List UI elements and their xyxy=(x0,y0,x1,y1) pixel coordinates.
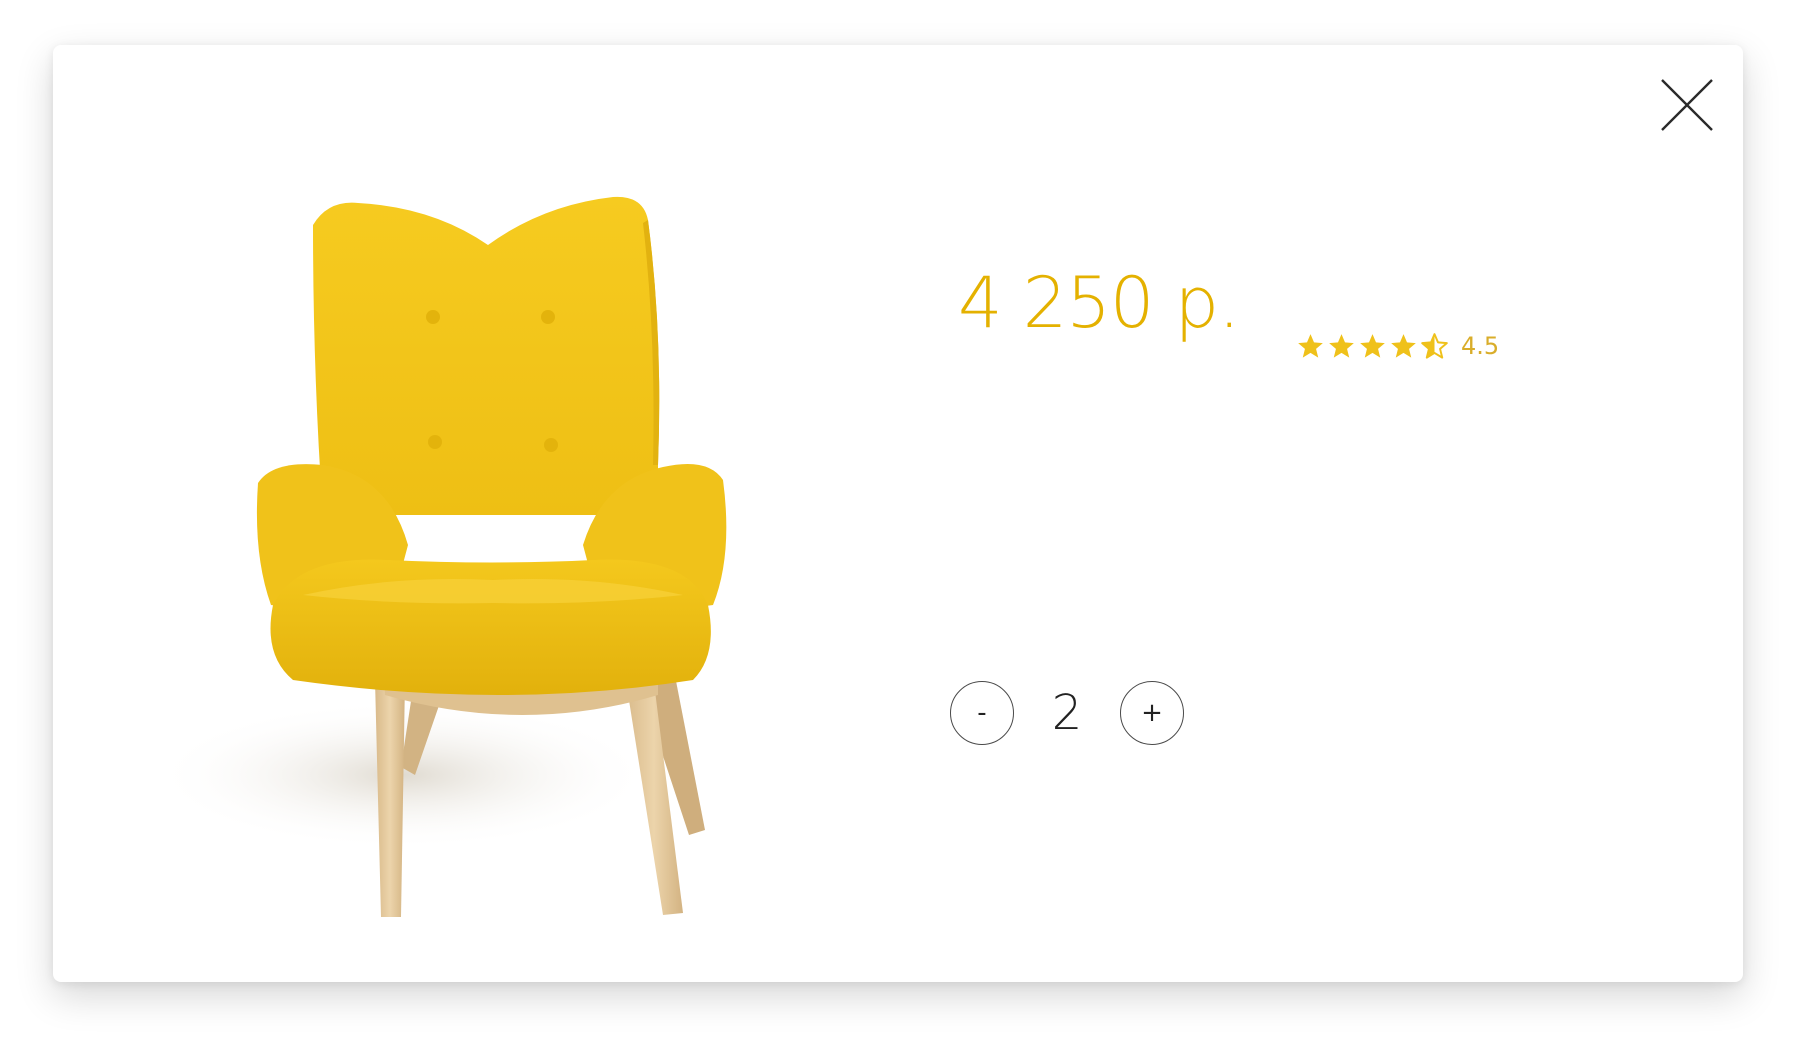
star-icon xyxy=(1327,332,1356,361)
half-star-icon xyxy=(1420,332,1449,361)
close-button[interactable] xyxy=(1659,77,1715,133)
product-quick-view-modal: 4 250 р. 4.5 - 2 + xyxy=(53,45,1743,982)
rating-value: 4.5 xyxy=(1461,332,1500,360)
product-price: 4 250 р. xyxy=(958,262,1240,344)
product-image xyxy=(153,135,853,935)
product-rating: 4.5 xyxy=(1296,331,1499,361)
increment-button[interactable]: + xyxy=(1120,681,1184,745)
quantity-stepper: - 2 + xyxy=(950,681,1184,745)
star-icon xyxy=(1358,332,1387,361)
chair-illustration xyxy=(153,196,727,917)
star-icon xyxy=(1296,332,1325,361)
star-icon xyxy=(1389,332,1418,361)
close-icon xyxy=(1661,79,1713,131)
page-backdrop: 4 250 р. 4.5 - 2 + xyxy=(0,0,1798,1045)
rating-stars xyxy=(1296,332,1449,361)
quantity-value: 2 xyxy=(1051,685,1083,741)
decrement-button[interactable]: - xyxy=(950,681,1014,745)
